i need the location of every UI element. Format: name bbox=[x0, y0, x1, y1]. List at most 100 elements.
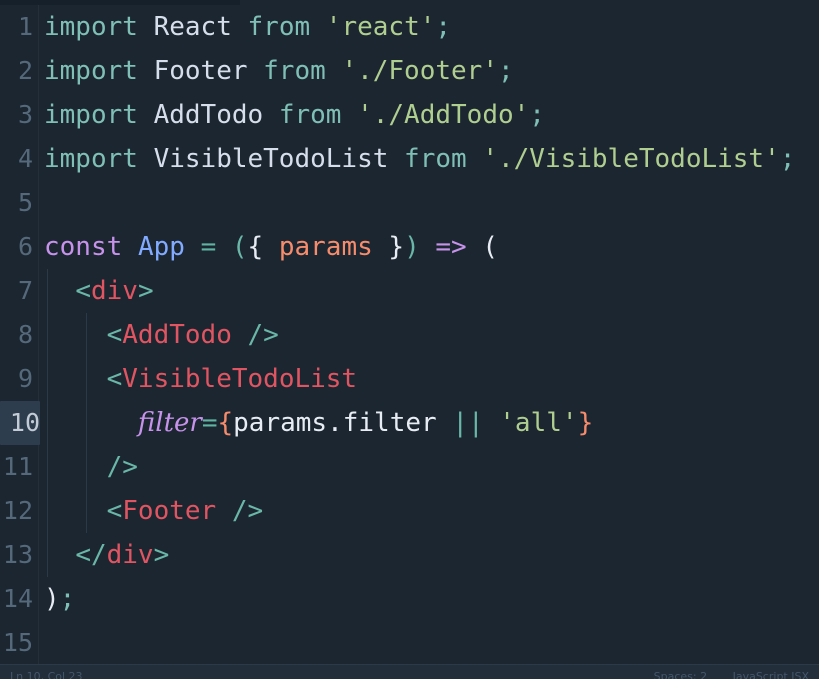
code-line[interactable]: 6 const App = ({ params }) => ( bbox=[0, 225, 819, 269]
token: => bbox=[435, 232, 467, 262]
code-line[interactable]: 4 import VisibleTodoList from './VisibleT… bbox=[0, 137, 819, 181]
token: from bbox=[247, 12, 311, 42]
line-number: 4 bbox=[17, 144, 33, 173]
token: < bbox=[75, 276, 91, 306]
token: ; bbox=[529, 100, 545, 130]
token: './Footer' bbox=[341, 56, 498, 86]
line-content[interactable]: filter={params.filter || 'all'} bbox=[44, 401, 593, 445]
token: import bbox=[44, 144, 138, 174]
token: import bbox=[44, 12, 138, 42]
line-number: 5 bbox=[17, 188, 33, 217]
code-line[interactable]: 2 import Footer from './Footer'; bbox=[0, 49, 819, 93]
line-content[interactable]: import Footer from './Footer'; bbox=[44, 49, 514, 93]
token: import bbox=[44, 56, 138, 86]
line-content[interactable]: import React from 'react'; bbox=[44, 5, 451, 49]
token: || bbox=[452, 408, 484, 438]
line-content[interactable]: <Footer /> bbox=[44, 489, 264, 533]
code-line[interactable]: 13 </div> bbox=[0, 533, 819, 577]
token: Footer bbox=[153, 56, 248, 86]
token: ( bbox=[482, 232, 499, 262]
token: import bbox=[44, 100, 138, 130]
token: ; bbox=[435, 12, 452, 42]
token: div bbox=[106, 540, 154, 570]
token: 'all' bbox=[499, 408, 578, 438]
token: filter bbox=[342, 408, 437, 438]
token: > bbox=[137, 276, 154, 306]
code-line[interactable]: 5 bbox=[0, 181, 819, 225]
line-number: 6 bbox=[17, 232, 33, 261]
token: { bbox=[217, 408, 234, 438]
cursor-position-status[interactable]: Ln 10, Col 23 bbox=[10, 670, 83, 679]
line-number: 2 bbox=[17, 56, 33, 85]
line-content[interactable]: <VisibleTodoList bbox=[44, 357, 357, 401]
line-number: 15 bbox=[2, 628, 33, 657]
line-number: 10 bbox=[0, 401, 40, 445]
line-content[interactable]: import VisibleTodoList from './VisibleTo… bbox=[44, 137, 795, 181]
token: from bbox=[404, 144, 467, 174]
line-content[interactable]: <div> bbox=[44, 269, 154, 313]
token: ; bbox=[497, 56, 514, 86]
token: > bbox=[153, 540, 170, 570]
token: < bbox=[106, 320, 123, 350]
line-content[interactable]: import AddTodo from './AddTodo'; bbox=[44, 93, 545, 137]
code-line[interactable]: 10 filter={params.filter || 'all'} bbox=[0, 401, 819, 445]
token: } bbox=[388, 232, 405, 262]
line-content[interactable]: /> bbox=[44, 445, 138, 489]
code-line[interactable]: 12 <Footer /> bbox=[0, 489, 819, 533]
token: AddTodo bbox=[153, 100, 264, 130]
line-content[interactable]: <AddTodo /> bbox=[44, 313, 279, 357]
code-line[interactable]: 3 import AddTodo from './AddTodo'; bbox=[0, 93, 819, 137]
token: . bbox=[327, 408, 343, 438]
line-number: 3 bbox=[17, 100, 33, 129]
token: VisibleTodoList bbox=[122, 364, 358, 394]
token: params bbox=[233, 408, 328, 438]
token: = bbox=[201, 408, 218, 438]
language-mode-status[interactable]: JavaScript JSX bbox=[733, 670, 809, 679]
code-surface[interactable]: 1 import React from 'react'; 2 import Foote… bbox=[0, 5, 819, 665]
line-number: 1 bbox=[17, 12, 33, 41]
token: { bbox=[247, 232, 264, 262]
line-content[interactable]: const App = ({ params }) => ( bbox=[44, 225, 498, 269]
code-line[interactable]: 7 <div> bbox=[0, 269, 819, 313]
code-line[interactable]: 1 import React from 'react'; bbox=[0, 5, 819, 49]
code-line[interactable]: 15 bbox=[0, 621, 819, 665]
line-content[interactable]: </div> bbox=[44, 533, 169, 577]
line-number: 9 bbox=[17, 364, 33, 393]
token: const bbox=[44, 232, 123, 262]
token: ; bbox=[779, 144, 796, 174]
code-line[interactable]: 8 <AddTodo /> bbox=[0, 313, 819, 357]
indentation-status[interactable]: Spaces: 2 bbox=[654, 670, 707, 679]
code-line[interactable]: 14); bbox=[0, 577, 819, 621]
token: React bbox=[153, 12, 232, 42]
token: < bbox=[106, 496, 123, 526]
token: /> bbox=[231, 496, 264, 526]
token: ) bbox=[404, 232, 420, 262]
code-line[interactable]: 9 <VisibleTodoList bbox=[0, 357, 819, 401]
code-line[interactable]: 11 /> bbox=[0, 445, 819, 489]
line-content[interactable]: ); bbox=[44, 577, 75, 621]
code-lines[interactable]: 1 import React from 'react'; 2 import Foote… bbox=[0, 5, 819, 665]
token: /> bbox=[247, 320, 279, 350]
